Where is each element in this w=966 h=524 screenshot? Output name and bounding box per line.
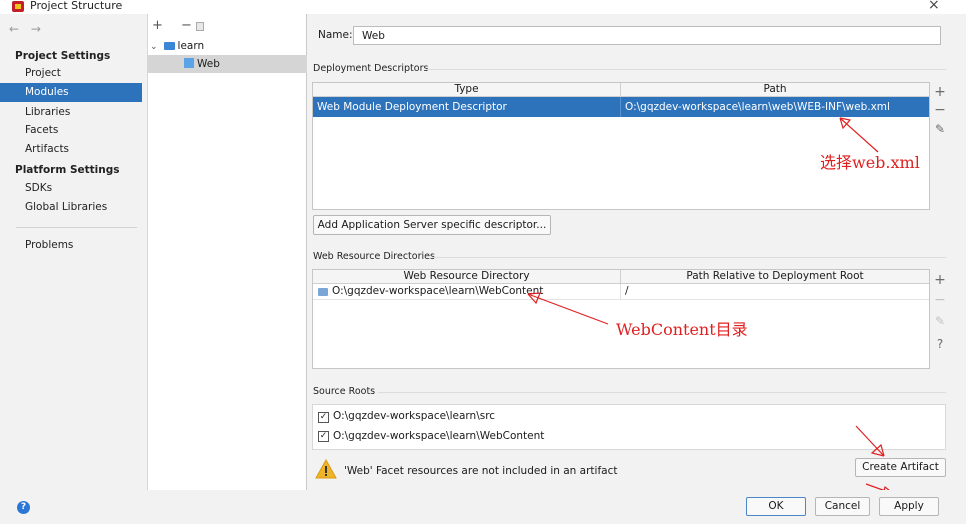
- tree-add-remove-icons[interactable]: + −: [152, 18, 199, 33]
- remove-icon[interactable]: −: [930, 292, 950, 308]
- descriptor-type-cell: Web Module Deployment Descriptor: [317, 101, 507, 113]
- sidebar-item-project[interactable]: Project: [0, 64, 142, 83]
- edit-pencil-icon[interactable]: ✎: [930, 122, 950, 136]
- name-label: Name:: [318, 29, 353, 41]
- title-bar: [0, 0, 966, 14]
- annotation-arrow-icon: [839, 117, 879, 153]
- web-resource-directories-title: Web Resource Directories: [313, 251, 435, 262]
- column-header-relative-path[interactable]: Path Relative to Deployment Root: [621, 270, 929, 283]
- annotation-arrow-icon: [527, 292, 609, 325]
- sidebar-item-modules[interactable]: Modules: [0, 83, 142, 102]
- section-divider: [426, 69, 946, 70]
- warning-icon: [315, 459, 337, 479]
- module-tree-panel: [147, 14, 307, 490]
- help-question-icon[interactable]: ?: [930, 337, 950, 351]
- relative-path-cell: /: [625, 285, 629, 297]
- add-icon[interactable]: +: [930, 84, 950, 100]
- tree-node-learn[interactable]: ⌄ learn: [148, 37, 307, 56]
- sidebar-divider: [16, 227, 137, 228]
- column-header-type[interactable]: Type: [313, 83, 620, 96]
- app-logo-icon: [12, 1, 24, 12]
- project-settings-heading: Project Settings: [15, 50, 111, 62]
- section-divider: [378, 392, 946, 393]
- column-divider: [620, 97, 621, 117]
- column-divider: [620, 284, 621, 300]
- sidebar-item-sdks[interactable]: SDKs: [0, 179, 142, 198]
- create-artifact-button[interactable]: Create Artifact: [855, 458, 946, 477]
- descriptor-toolbar: + − ✎: [930, 82, 950, 210]
- cancel-button[interactable]: Cancel: [815, 497, 870, 516]
- add-icon[interactable]: +: [930, 272, 950, 288]
- module-folder-icon: [163, 42, 175, 50]
- annotation-select-web-xml: 选择web.xml: [820, 153, 920, 172]
- chevron-down-icon[interactable]: ⌄: [150, 42, 158, 52]
- sidebar-item-artifacts[interactable]: Artifacts: [0, 140, 142, 159]
- copy-icon[interactable]: [196, 22, 204, 31]
- platform-settings-heading: Platform Settings: [15, 164, 120, 176]
- sidebar-item-libraries[interactable]: Libraries: [0, 103, 142, 122]
- apply-button[interactable]: Apply: [879, 497, 939, 516]
- sidebar-item-problems[interactable]: Problems: [0, 236, 142, 255]
- ok-button[interactable]: OK: [746, 497, 806, 516]
- tree-node-web-label: Web: [197, 58, 220, 70]
- warning-message: 'Web' Facet resources are not included i…: [344, 465, 618, 477]
- source-root-path: O:\gqzdev-workspace\learn\WebContent: [333, 430, 545, 442]
- sidebar-item-facets[interactable]: Facets: [0, 121, 142, 140]
- add-server-descriptor-button[interactable]: Add Application Server specific descript…: [313, 215, 551, 235]
- close-icon[interactable]: ×: [928, 0, 940, 13]
- source-root-checkbox[interactable]: ✓: [318, 412, 329, 423]
- annotation-arrow-icon: [855, 425, 885, 457]
- column-divider: [620, 270, 621, 284]
- source-root-checkbox[interactable]: ✓: [318, 431, 329, 442]
- deployment-descriptors-title: Deployment Descriptors: [313, 63, 429, 74]
- tree-node-learn-label: learn: [177, 40, 205, 52]
- sidebar-item-global-libraries[interactable]: Global Libraries: [0, 198, 142, 217]
- folder-icon: [318, 288, 328, 296]
- edit-pencil-icon[interactable]: ✎: [930, 314, 950, 328]
- web-facet-icon: [184, 58, 194, 68]
- window-title: Project Structure: [30, 0, 123, 12]
- help-icon[interactable]: ?: [17, 501, 30, 514]
- web-resource-toolbar: + − ✎ ?: [930, 269, 950, 369]
- section-divider: [432, 257, 946, 258]
- tree-node-web[interactable]: Web: [148, 55, 307, 73]
- column-divider: [620, 83, 621, 97]
- source-roots-title: Source Roots: [313, 386, 376, 397]
- column-header-path[interactable]: Path: [621, 83, 929, 96]
- facet-name-input[interactable]: [353, 26, 941, 45]
- source-root-path: O:\gqzdev-workspace\learn\src: [333, 410, 496, 422]
- remove-icon[interactable]: −: [930, 102, 950, 118]
- annotation-webcontent-directory: WebContent目录: [616, 320, 748, 339]
- back-forward-arrows-icon[interactable]: ← →: [9, 22, 45, 36]
